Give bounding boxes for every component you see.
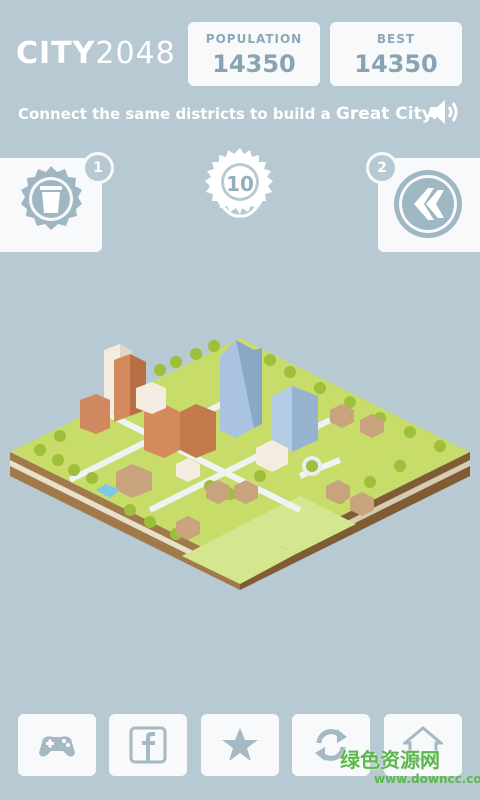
game-logo: CITY2048 bbox=[16, 36, 176, 71]
logo-number-text: 2048 bbox=[95, 36, 176, 71]
rate-button[interactable] bbox=[201, 714, 279, 776]
instruction-emphasis: Great City. bbox=[335, 104, 438, 124]
level-number: 10 bbox=[226, 172, 254, 196]
best-box: BEST 14350 bbox=[330, 22, 462, 86]
gamepad-icon bbox=[39, 736, 75, 757]
watermark-url: www.downcc.com bbox=[374, 772, 480, 786]
watermark-text: 绿色资源网 bbox=[340, 748, 440, 772]
undo-count-badge: 2 bbox=[366, 152, 398, 184]
trash-count-badge: 1 bbox=[82, 152, 114, 184]
facebook-icon bbox=[129, 726, 167, 764]
best-value: 14350 bbox=[354, 50, 438, 78]
instruction-text: Connect the same districts to build a Gr… bbox=[18, 104, 438, 124]
sound-icon[interactable] bbox=[428, 98, 460, 126]
star-icon bbox=[222, 728, 258, 761]
city-board[interactable] bbox=[0, 300, 480, 640]
population-label: POPULATION bbox=[205, 32, 303, 46]
facebook-button[interactable] bbox=[109, 714, 187, 776]
gamepad-button[interactable] bbox=[18, 714, 96, 776]
population-value: 14350 bbox=[212, 50, 296, 78]
logo-city-text: CITY bbox=[16, 36, 96, 71]
population-box: POPULATION 14350 bbox=[188, 22, 320, 86]
best-label: BEST bbox=[376, 32, 416, 46]
instruction-prefix: Connect the same districts to build a bbox=[18, 105, 336, 123]
